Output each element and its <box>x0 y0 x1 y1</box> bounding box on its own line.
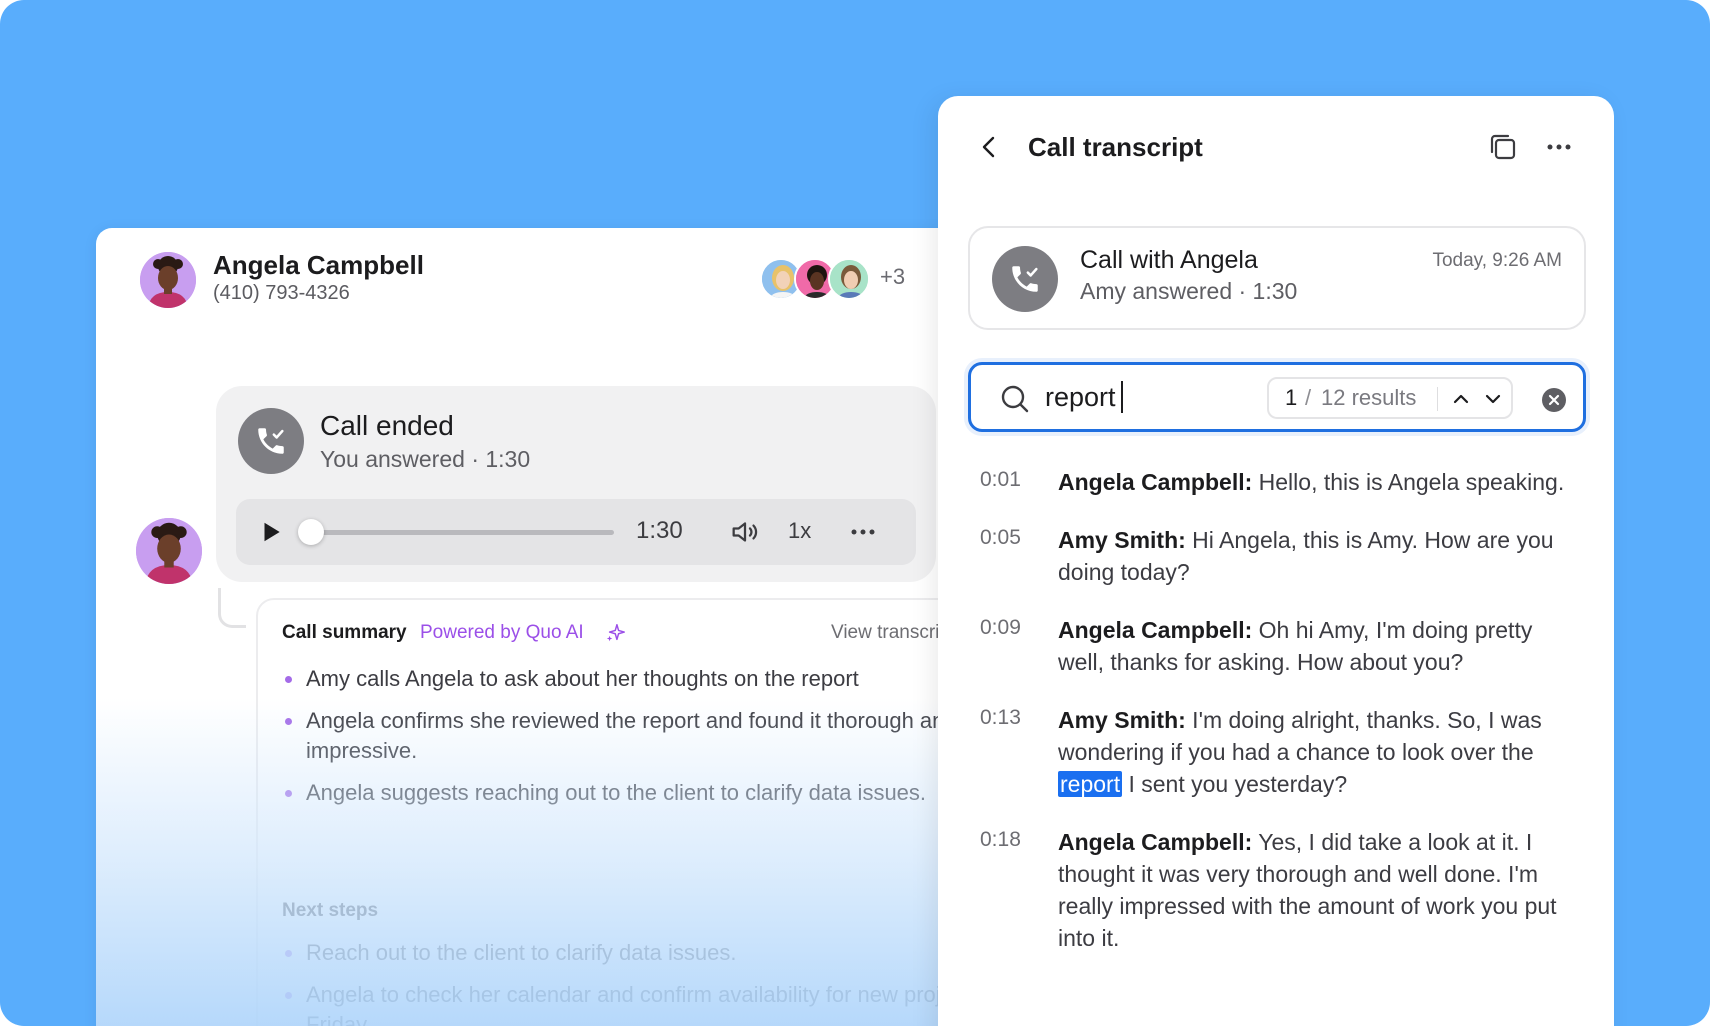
call-subtitle: Amy answered · 1:30 <box>1080 278 1298 304</box>
line-timestamp[interactable]: 0:18 <box>980 828 1021 852</box>
person-avatar-icon <box>136 518 202 584</box>
view-transcript-link[interactable]: View transcript <box>831 622 955 644</box>
call-ended-card: Call ended You answered · 1:30 1:30 1x <box>216 386 936 582</box>
next-step-item: Angela to check her calendar and confirm… <box>282 980 996 1026</box>
back-icon[interactable] <box>978 132 1000 162</box>
call-status-subtitle: You answered · 1:30 <box>320 446 531 472</box>
next-steps-heading: Next steps <box>282 900 379 921</box>
call-summary-card: Call summary Powered by Quo AI View tran… <box>256 598 996 1026</box>
chevron-down-icon[interactable] <box>1481 387 1505 411</box>
phone-answered-icon <box>238 408 304 474</box>
contact-avatar[interactable] <box>140 252 196 308</box>
contact-phone: (410) 793-4326 <box>213 282 350 304</box>
volume-icon[interactable] <box>728 515 762 549</box>
line-text: Amy Smith: Hi Angela, this is Amy. How a… <box>1058 524 1578 588</box>
line-timestamp[interactable]: 0:01 <box>980 468 1021 492</box>
search-icon <box>1001 385 1029 413</box>
clear-icon[interactable] <box>1541 387 1567 413</box>
next-step-item: Reach out to the client to clarify data … <box>282 938 996 968</box>
call-title: Call with Angela <box>1080 246 1258 274</box>
app-canvas: Angela Campbell (410) 793-4326 +3 Call e… <box>0 0 1710 1026</box>
speaker-name: Amy Smith: <box>1058 707 1186 733</box>
search-results-navigator: 1 / 12 results <box>1267 377 1513 419</box>
play-icon[interactable] <box>258 519 284 545</box>
transcript-title: Call transcript <box>1028 132 1203 162</box>
message-avatar <box>136 518 202 584</box>
line-text: Angela Campbell: Oh hi Amy, I'm doing pr… <box>1058 614 1578 678</box>
summary-list: Amy calls Angela to ask about her though… <box>282 664 996 820</box>
chevron-up-icon[interactable] <box>1449 387 1473 411</box>
summary-item: Angela confirms she reviewed the report … <box>282 706 996 766</box>
transcript-call-card: Call with Angela Amy answered · 1:30 Tod… <box>968 226 1586 330</box>
sparkle-icon <box>606 624 625 642</box>
audio-duration: 1:30 <box>636 517 683 544</box>
current-result-index: 1 <box>1285 385 1298 410</box>
transcript-line: 0:18 Angela Campbell: Yes, I did take a … <box>980 826 1580 954</box>
more-icon[interactable] <box>846 515 880 549</box>
more-icon[interactable] <box>1542 130 1576 164</box>
audio-progress-handle[interactable] <box>298 519 324 545</box>
person-avatar-icon <box>140 252 196 308</box>
search-input[interactable] <box>1045 377 1235 417</box>
transcript-line: 0:05 Amy Smith: Hi Angela, this is Amy. … <box>980 524 1580 588</box>
summary-item: Amy calls Angela to ask about her though… <box>282 664 996 694</box>
transcript-line: 0:01 Angela Campbell: Hello, this is Ang… <box>980 466 1580 498</box>
conversation-panel: Angela Campbell (410) 793-4326 +3 Call e… <box>96 228 996 1026</box>
speaker-name: Angela Campbell: <box>1058 617 1253 643</box>
result-separator: / <box>1305 385 1312 410</box>
call-timestamp: Today, 9:26 AM <box>1432 250 1562 271</box>
playback-speed-button[interactable]: 1x <box>788 518 811 544</box>
line-text: Angela Campbell: Yes, I did take a look … <box>1058 826 1578 954</box>
line-timestamp[interactable]: 0:05 <box>980 526 1021 550</box>
contact-name: Angela Campbell <box>213 250 424 280</box>
speaker-name: Angela Campbell: <box>1058 829 1253 855</box>
audio-player: 1:30 1x <box>236 499 916 565</box>
transcript-lines: 0:01 Angela Campbell: Hello, this is Ang… <box>980 466 1580 980</box>
line-content: I sent you yesterday? <box>1122 771 1348 797</box>
speaker-name: Amy Smith: <box>1058 527 1186 553</box>
audio-progress-track[interactable] <box>316 530 614 535</box>
speaker-name: Angela Campbell: <box>1058 469 1253 495</box>
line-content: Hello, this is Angela speaking. <box>1252 469 1565 495</box>
text-caret <box>1121 381 1123 413</box>
thread-connector <box>218 588 246 628</box>
transcript-line: 0:13 Amy Smith: I'm doing alright, thank… <box>980 704 1580 800</box>
phone-answered-icon <box>992 246 1058 312</box>
transcript-search: 1 / 12 results <box>968 362 1586 432</box>
copy-icon[interactable] <box>1486 130 1520 164</box>
participants-more-count[interactable]: +3 <box>880 264 905 290</box>
call-status-title: Call ended <box>320 410 454 441</box>
ai-powered-label: Powered by Quo AI <box>420 622 584 643</box>
line-text: Angela Campbell: Hello, this is Angela s… <box>1058 466 1578 498</box>
line-timestamp[interactable]: 0:13 <box>980 706 1021 730</box>
line-text: Amy Smith: I'm doing alright, thanks. So… <box>1058 704 1578 800</box>
summary-item: Angela suggests reaching out to the clie… <box>282 778 996 808</box>
results-count: 12 results <box>1321 385 1417 410</box>
transcript-line: 0:09 Angela Campbell: Oh hi Amy, I'm doi… <box>980 614 1580 678</box>
next-steps-list: Reach out to the client to clarify data … <box>282 938 996 1026</box>
divider <box>1437 387 1438 411</box>
participant-avatar <box>828 258 870 300</box>
line-timestamp[interactable]: 0:09 <box>980 616 1021 640</box>
search-match-highlight: report <box>1058 771 1123 797</box>
transcript-panel: Call transcript Call with Angela Amy ans… <box>938 96 1614 1026</box>
summary-heading: Call summary <box>282 622 407 643</box>
